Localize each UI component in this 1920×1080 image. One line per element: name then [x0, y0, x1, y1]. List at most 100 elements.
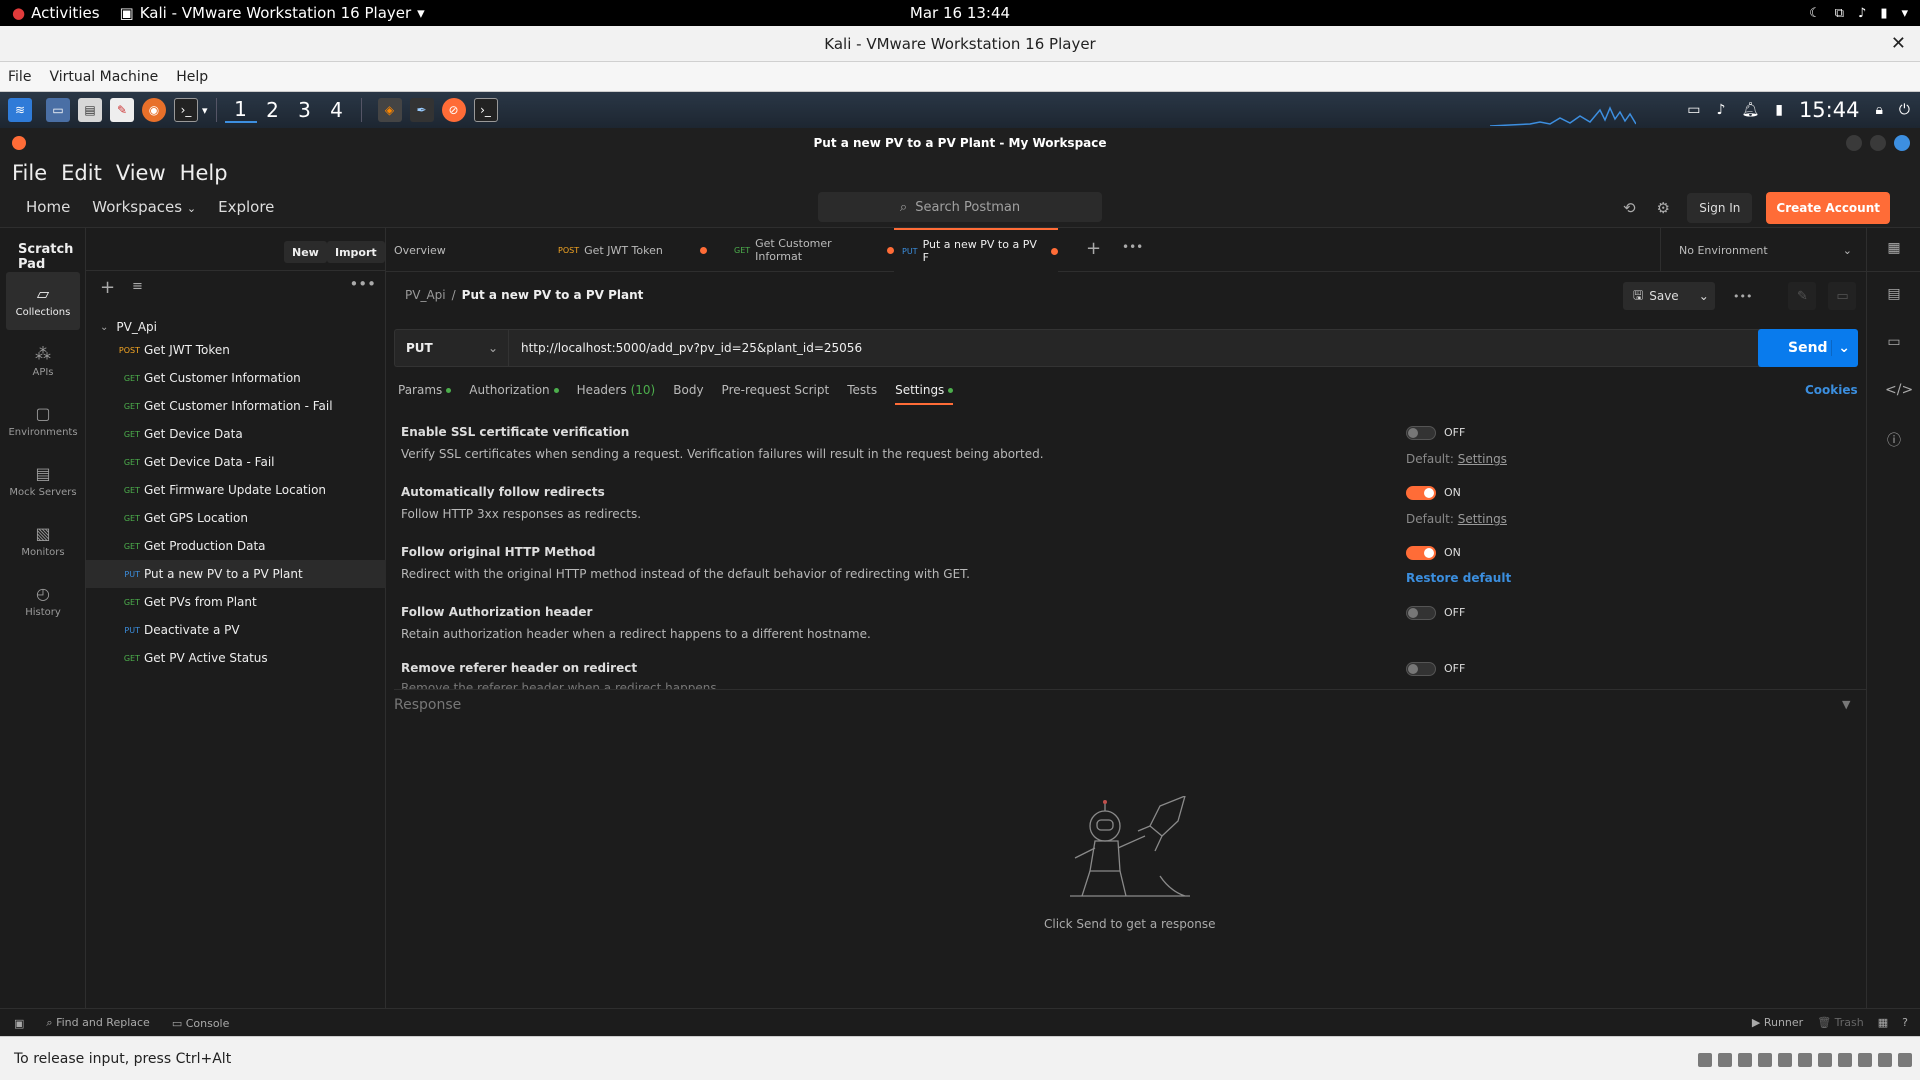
menu-help[interactable]: Help: [180, 161, 228, 185]
add-tab-icon[interactable]: +: [1086, 238, 1101, 259]
device-icon[interactable]: [1758, 1053, 1772, 1067]
tab-overview[interactable]: Overview: [386, 228, 550, 272]
new-button[interactable]: New: [284, 241, 327, 263]
system-tray[interactable]: ☾ ⧉ ♪ ▮ ▾: [1809, 6, 1908, 21]
display-icon[interactable]: ▭: [1687, 102, 1700, 118]
text-editor-icon[interactable]: ✎: [110, 98, 134, 122]
tab-put-new-pv[interactable]: PUT Put a new PV to a PV F: [894, 228, 1058, 272]
collection-folder[interactable]: ⌄ PV_Api: [100, 320, 157, 334]
sidebar-request-item[interactable]: GET Get Customer Information - Fail: [86, 392, 386, 420]
device-icon[interactable]: [1838, 1053, 1852, 1067]
lock-icon[interactable]: 🔒︎: [1875, 102, 1882, 118]
tab-settings[interactable]: Settings: [895, 383, 954, 405]
nav-workspaces[interactable]: Workspaces ⌄: [92, 198, 196, 216]
workspace-1[interactable]: 1: [224, 97, 257, 123]
activities-button[interactable]: ● Activities: [12, 4, 100, 22]
menu-edit[interactable]: Edit: [61, 161, 102, 185]
rail-collections[interactable]: ▱ Collections: [6, 272, 80, 330]
sidebar-request-item[interactable]: POST Get JWT Token: [86, 336, 386, 364]
menu-view[interactable]: View: [116, 161, 166, 185]
sidebar-request-item[interactable]: PUT Deactivate a PV: [86, 616, 386, 644]
toggle-sidebar-icon[interactable]: ▣: [14, 1017, 24, 1030]
ssl-toggle[interactable]: [1406, 426, 1436, 440]
trash-button[interactable]: 🗑︎ Trash: [1817, 1016, 1864, 1029]
device-icon[interactable]: [1798, 1053, 1812, 1067]
help-icon[interactable]: ?: [1902, 1016, 1908, 1029]
settings-link[interactable]: Settings: [1458, 452, 1507, 466]
import-button[interactable]: Import: [327, 241, 385, 263]
sync-icon[interactable]: ⟲: [1619, 198, 1639, 218]
menu-file[interactable]: File: [12, 161, 47, 185]
device-icon[interactable]: [1898, 1053, 1912, 1067]
maximize-button[interactable]: [1870, 135, 1886, 151]
bell-icon[interactable]: 🔔︎: [1741, 102, 1759, 118]
vm-menu-file[interactable]: File: [8, 69, 31, 85]
more-icon[interactable]: •••: [349, 275, 376, 293]
rail-environments[interactable]: ▢ Environments: [6, 392, 80, 450]
environment-quicklook-icon[interactable]: ▦: [1885, 240, 1903, 258]
pen-icon[interactable]: ✒: [409, 98, 434, 122]
remove-referer-toggle[interactable]: [1406, 662, 1436, 676]
tab-get-jwt-token[interactable]: POST Get JWT Token: [550, 228, 726, 272]
cookies-link[interactable]: Cookies: [1805, 383, 1858, 397]
clock[interactable]: Mar 16 13:44: [910, 4, 1010, 22]
burp-icon[interactable]: ◈: [377, 98, 402, 122]
find-replace-button[interactable]: ⌕ Find and Replace: [46, 1016, 149, 1030]
method-select[interactable]: PUT ⌄: [394, 329, 508, 367]
more-tabs-icon[interactable]: •••: [1122, 240, 1143, 254]
sidebar-request-item[interactable]: GET Get PV Active Status: [86, 644, 386, 672]
vm-menu-virtual-machine[interactable]: Virtual Machine: [49, 69, 158, 85]
chevron-down-icon[interactable]: ▼: [1842, 698, 1850, 711]
device-icon[interactable]: [1818, 1053, 1832, 1067]
create-account-button[interactable]: Create Account: [1766, 192, 1890, 224]
tab-tests[interactable]: Tests: [847, 383, 877, 397]
rail-apis[interactable]: ⁂ APIs: [6, 332, 80, 390]
sidebar-request-item[interactable]: GET Get GPS Location: [86, 504, 386, 532]
battery-icon[interactable]: ▮: [1775, 102, 1783, 118]
environment-select[interactable]: No Environment ⌄: [1660, 228, 1866, 272]
app-menu[interactable]: ▣ Kali - VMware Workstation 16 Player ▾: [120, 4, 425, 22]
kali-menu-icon[interactable]: ≋: [8, 98, 32, 122]
runner-button[interactable]: ▶ Runner: [1752, 1016, 1803, 1029]
filter-icon[interactable]: ≡: [132, 279, 148, 294]
tab-body[interactable]: Body: [673, 383, 703, 397]
minimize-button[interactable]: [1846, 135, 1862, 151]
device-icon[interactable]: [1878, 1053, 1892, 1067]
sidebar-request-item[interactable]: GET Get PVs from Plant: [86, 588, 386, 616]
search-input[interactable]: ⌕ Search Postman: [818, 192, 1102, 222]
chevron-down-icon[interactable]: ▾: [202, 104, 208, 117]
sidebar-request-item[interactable]: GET Get Firmware Update Location: [86, 476, 386, 504]
code-icon[interactable]: </>: [1885, 382, 1913, 400]
workspace-3[interactable]: 3: [289, 98, 321, 122]
device-icon[interactable]: [1718, 1053, 1732, 1067]
restore-default-link[interactable]: Restore default: [1406, 571, 1511, 585]
sidebar-request-item[interactable]: GET Get Device Data - Fail: [86, 448, 386, 476]
close-button[interactable]: [1894, 135, 1910, 151]
postman-icon[interactable]: ⊘: [441, 98, 466, 122]
response-divider[interactable]: [394, 689, 1866, 690]
auth-header-toggle[interactable]: [1406, 606, 1436, 620]
workspace-2[interactable]: 2: [257, 98, 289, 122]
sidebar-request-item[interactable]: GET Get Production Data: [86, 532, 386, 560]
device-icon[interactable]: [1698, 1053, 1712, 1067]
device-icon[interactable]: [1738, 1053, 1752, 1067]
console-button[interactable]: ▭ Console: [172, 1017, 230, 1030]
terminal-icon[interactable]: ›_: [174, 98, 198, 122]
rail-mock-servers[interactable]: ▤ Mock Servers: [6, 452, 80, 510]
gear-icon[interactable]: ⚙: [1653, 198, 1673, 218]
rail-monitors[interactable]: ▧ Monitors: [6, 512, 80, 570]
tab-get-customer-information[interactable]: GET Get Customer Informat: [726, 228, 894, 272]
documentation-icon[interactable]: ▤: [1885, 286, 1903, 304]
tab-pre-request-script[interactable]: Pre-request Script: [722, 383, 830, 397]
tab-params[interactable]: Params: [398, 383, 452, 397]
sidebar-request-item[interactable]: GET Get Customer Information: [86, 364, 386, 392]
tab-authorization[interactable]: Authorization: [469, 383, 559, 397]
device-icon[interactable]: [1858, 1053, 1872, 1067]
info-icon[interactable]: ⓘ: [1885, 430, 1903, 449]
settings-link[interactable]: Settings: [1458, 512, 1507, 526]
chevron-down-icon[interactable]: ⌄: [1831, 340, 1850, 356]
save-button[interactable]: 🖫︎ Save ⌄: [1623, 282, 1715, 310]
comments-icon[interactable]: ▭: [1885, 334, 1903, 352]
rail-history[interactable]: ◴ History: [6, 572, 80, 630]
breadcrumb-current[interactable]: Put a new PV to a PV Plant: [462, 288, 644, 302]
